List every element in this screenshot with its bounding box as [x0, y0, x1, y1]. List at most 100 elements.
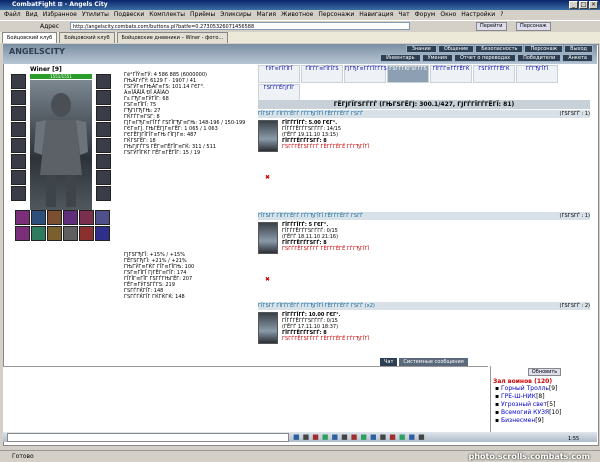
belt-item[interactable] [63, 210, 78, 225]
menu-item[interactable]: Приёмы [190, 10, 215, 20]
item-title[interactable]: ГЇГЅГЃ ГЇГЃГЁГЃ ГЃГЂГЇГЇ ГЁГЃГЁГЃ ГЅГЃ (… [258, 302, 590, 310]
item-name[interactable]: ГЇГЅГЃ ГЇГЃГЁГЃ ГЃГЂГЇГЇ ГЁГЃГЁГЃ ГЅГЃ (… [258, 303, 375, 309]
belt-item[interactable] [31, 210, 46, 225]
address-input[interactable]: http://angelscity.combats.com/buttons.pl… [70, 22, 410, 30]
toolbar-icon[interactable]: ■ [293, 433, 300, 441]
menu-item[interactable]: Вид [26, 10, 38, 20]
ring-slot-2[interactable] [96, 106, 111, 121]
nav-button[interactable]: Безопасность [475, 45, 524, 53]
user-name[interactable]: Угрозный свет [501, 401, 547, 408]
menu-item[interactable]: Окно [440, 10, 456, 20]
toolbar-icon[interactable]: ■ [418, 433, 425, 441]
belt-item[interactable] [47, 210, 62, 225]
toolbar-icon[interactable]: ■ [399, 433, 406, 441]
nav-button[interactable]: Анкета [562, 54, 593, 62]
belt-item[interactable] [15, 210, 30, 225]
character-button[interactable]: Персонаж [516, 22, 551, 31]
belt-item[interactable] [79, 210, 94, 225]
shield-slot[interactable] [96, 138, 111, 153]
menu-item[interactable]: Персонажи [318, 10, 354, 20]
nav-button[interactable]: Персонаж [524, 45, 564, 53]
item-title[interactable]: ГЇГЅГЃ ГЇГЃГЁГЃ ГЃГЂГЇГЇ ГЁГЃГЁГЃ ГЅГЃ (… [258, 212, 590, 220]
boots-slot-2[interactable] [96, 186, 111, 201]
toolbar-icon[interactable]: ■ [341, 433, 348, 441]
delete-icon[interactable]: ✖ [265, 174, 270, 181]
menu-item[interactable]: Навигация [359, 10, 393, 20]
belt-item[interactable] [31, 226, 46, 241]
menu-item[interactable]: Настройки [461, 10, 495, 20]
refresh-button[interactable]: Обновить [527, 368, 562, 376]
nav-button[interactable]: Победители [517, 54, 562, 62]
armor-slot[interactable] [11, 122, 26, 137]
belt-item[interactable] [95, 226, 110, 241]
category-tab[interactable]: ГЇГЃГ≡ГЇГЇГЅ [301, 65, 343, 83]
item-thumbnail[interactable] [258, 120, 278, 152]
minimize-icon[interactable]: _ [569, 1, 578, 9]
menu-item[interactable]: Избранное [43, 10, 77, 20]
helmet-slot[interactable] [11, 74, 26, 89]
belt-item[interactable] [15, 226, 30, 241]
ring-slot-1[interactable] [96, 90, 111, 105]
toolbar-icon[interactable]: ■ [370, 433, 377, 441]
menu-item[interactable]: Чат [398, 10, 409, 20]
user-row[interactable]: ▪ Всемогий КУЗЯ[10] [491, 409, 598, 417]
go-button[interactable]: Перейти [476, 22, 507, 31]
user-row[interactable]: ▪ Бизнесмен[9] [491, 417, 598, 425]
nav-button[interactable]: Отчет о переводах [453, 54, 517, 62]
toolbar-icon[interactable]: ■ [380, 433, 387, 441]
user-row[interactable]: ▪ Горный Тролль[9] [491, 385, 598, 393]
nav-button[interactable]: Умения [421, 54, 453, 62]
menu-item[interactable]: Файл [4, 10, 21, 20]
legs-slot[interactable] [96, 154, 111, 169]
earring-slot[interactable] [96, 74, 111, 89]
weapon-slot[interactable] [11, 106, 26, 121]
chat-tab[interactable]: Чат [380, 358, 398, 366]
belt-item[interactable] [47, 226, 62, 241]
menu-item[interactable]: Утилиты [82, 10, 109, 20]
toolbar-icon[interactable]: ■ [332, 433, 339, 441]
category-tab[interactable]: ГЅГЃГЌГЅГЃГЅ [387, 65, 429, 83]
menu-item[interactable]: Животное [281, 10, 313, 20]
menu-item[interactable]: Магия [257, 10, 277, 20]
system-tab[interactable]: Системные сообщения [399, 358, 468, 366]
nav-button[interactable]: Выход [564, 45, 593, 53]
user-row[interactable]: ▪ Угрозный свет[5] [491, 401, 598, 409]
cloak-slot[interactable] [96, 170, 111, 185]
chat-area[interactable] [3, 366, 488, 439]
item-title[interactable]: ГЇГЅГЃ ГЇГЃГЁГЃ ГЃГЂГЇГЇ ГЁГЃГЁГЃ ГЅГЃ (… [258, 110, 590, 118]
user-name[interactable]: Бизнесмен [501, 417, 535, 424]
belt-item[interactable] [63, 226, 78, 241]
category-tab[interactable]: ГЅГЎГЃГЁГЌ [473, 65, 515, 83]
toolbar-icon[interactable]: ■ [389, 433, 396, 441]
belt-slot[interactable] [11, 138, 26, 153]
chat-input[interactable] [7, 433, 289, 442]
item-name[interactable]: ГЇГЅГЃ ГЇГЃГЁГЃ ГЃГЂГЇГЇ ГЁГЃГЁГЃ ГЅГЃ [258, 213, 363, 219]
item-thumbnail[interactable] [258, 222, 278, 254]
item-thumbnail[interactable] [258, 312, 278, 344]
toolbar-icon[interactable]: ■ [351, 433, 358, 441]
toolbar-icon[interactable]: ■ [312, 433, 319, 441]
belt-item[interactable] [95, 210, 110, 225]
belt-item[interactable] [79, 226, 94, 241]
delete-icon[interactable]: ✖ [265, 276, 270, 283]
user-name[interactable]: ГРЕ-Ш-НИК [501, 393, 536, 400]
bracer-slot[interactable] [11, 186, 26, 201]
menu-item[interactable]: Форум [415, 10, 436, 20]
menu-item[interactable]: Комплекты [149, 10, 185, 20]
menu-item[interactable]: Эликсиры [220, 10, 251, 20]
boots-slot[interactable] [11, 170, 26, 185]
user-row[interactable]: ▪ ГРЕ-Ш-НИК[8] [491, 393, 598, 401]
toolbar-icon[interactable]: ■ [303, 433, 310, 441]
amulet-slot[interactable] [11, 90, 26, 105]
nav-button[interactable]: Общение [437, 45, 475, 53]
menu-item[interactable]: ? [500, 10, 503, 20]
tab-2[interactable]: Бойцовский клуб [59, 32, 115, 43]
menu-item[interactable]: Подвески [114, 10, 144, 20]
nav-button[interactable]: Знание [405, 45, 437, 53]
user-name[interactable]: Всемогий КУЗЯ [501, 409, 549, 416]
close-icon[interactable]: × [589, 1, 598, 9]
gloves-slot[interactable] [11, 154, 26, 169]
toolbar-icon[interactable]: ■ [360, 433, 367, 441]
category-tab[interactable]: ГЃГЂГЇГЇ [516, 65, 558, 83]
category-tab[interactable]: ГЎГ≡ГЇГЇГЇ [258, 65, 300, 83]
